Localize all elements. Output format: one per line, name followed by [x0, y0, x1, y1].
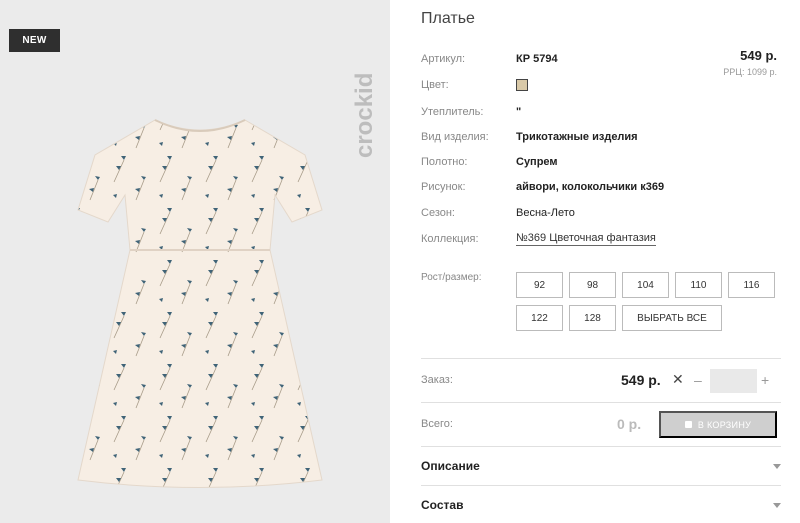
size-option-128[interactable]: 128 [569, 305, 616, 331]
attr-label: Коллекция: [421, 233, 479, 245]
total-label: Всего: [421, 418, 453, 430]
brand-logo: crockid [351, 73, 378, 158]
chevron-down-icon [773, 502, 781, 508]
composition-accordion[interactable]: Состав [421, 495, 781, 515]
attr-value: айвори, колокольчики к369 [516, 181, 665, 193]
times-icon: ✕ [672, 371, 684, 387]
new-badge: NEW [9, 29, 60, 52]
add-to-cart-button[interactable]: В КОРЗИНУ [659, 411, 777, 438]
description-title: Описание [421, 459, 480, 473]
description-accordion[interactable]: Описание [421, 456, 781, 476]
attr-product-type: Вид изделия: Трикотажные изделия [421, 129, 721, 145]
composition-title: Состав [421, 498, 464, 512]
attr-label: Полотно: [421, 156, 468, 168]
dress-image [77, 119, 323, 488]
attr-label: Артикул: [421, 53, 466, 65]
chevron-down-icon [773, 463, 781, 469]
attr-collection: Коллекция: №369 Цветочная фантазия [421, 231, 721, 247]
attr-label: Вид изделия: [421, 131, 489, 143]
attr-value: КР 5794 [516, 53, 558, 65]
attr-color: Цвет: [421, 77, 721, 93]
attr-value: Трикотажные изделия [516, 131, 638, 143]
size-option-98[interactable]: 98 [569, 272, 616, 298]
cart-icon [684, 421, 692, 428]
order-label: Заказ: [421, 374, 453, 386]
size-option-104[interactable]: 104 [622, 272, 669, 298]
attr-value: " [516, 106, 522, 118]
increase-quantity-button[interactable]: + [761, 372, 769, 388]
size-label: Рост/размер: [421, 272, 482, 283]
divider [421, 402, 781, 403]
attr-label: Рисунок: [421, 181, 466, 193]
product-image[interactable]: NEW crockid [0, 0, 390, 523]
product-price: 549 р. [740, 48, 777, 63]
size-option-92[interactable]: 92 [516, 272, 563, 298]
select-all-sizes-button[interactable]: ВЫБРАТЬ ВСЕ [622, 305, 722, 331]
size-option-110[interactable]: 110 [675, 272, 722, 298]
divider [421, 446, 781, 447]
attr-label: Утеплитель: [421, 106, 484, 118]
attr-label: Цвет: [421, 79, 449, 91]
order-price: 549 р. [621, 372, 661, 388]
size-option-122[interactable]: 122 [516, 305, 563, 331]
divider [421, 485, 781, 486]
attr-print: Рисунок: айвори, колокольчики к369 [421, 179, 721, 195]
color-swatch[interactable] [516, 79, 528, 91]
attr-value: Весна-Лето [516, 207, 575, 219]
attr-fabric: Полотно: Супрем [421, 154, 721, 170]
divider [421, 358, 781, 359]
attr-value: Супрем [516, 156, 558, 168]
quantity-input[interactable] [710, 369, 757, 393]
total-value: 0 р. [617, 416, 642, 432]
collection-link[interactable]: №369 Цветочная фантазия [516, 232, 656, 246]
product-title: Платье [421, 10, 475, 27]
attr-label: Сезон: [421, 207, 455, 219]
brand-logo-text: crockid [351, 73, 378, 158]
recommended-price: РРЦ: 1099 р. [723, 67, 777, 77]
decrease-quantity-button[interactable]: – [694, 372, 702, 388]
attr-season: Сезон: Весна-Лето [421, 205, 721, 221]
product-details: Платье 549 р. РРЦ: 1099 р. Артикул: КР 5… [421, 0, 781, 523]
add-to-cart-label: В КОРЗИНУ [697, 419, 752, 430]
attr-insulation: Утеплитель: " [421, 104, 721, 120]
size-option-116[interactable]: 116 [728, 272, 775, 298]
attr-article: Артикул: КР 5794 [421, 51, 721, 67]
